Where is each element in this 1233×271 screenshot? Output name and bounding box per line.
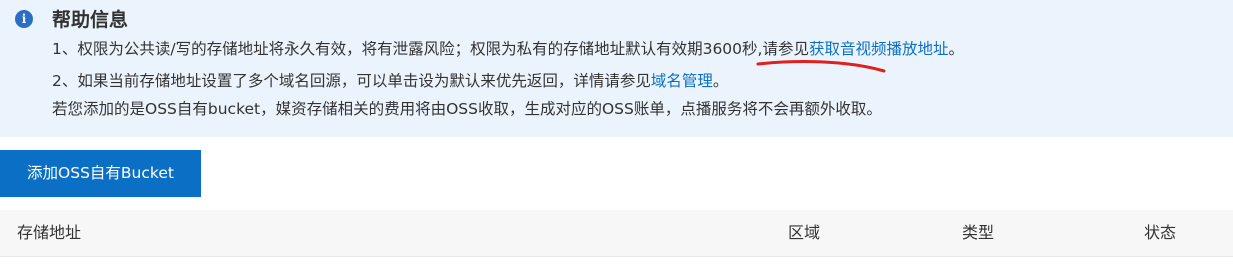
help-title: 帮助信息 <box>52 9 129 31</box>
help-line-2-end: 。 <box>712 72 729 90</box>
help-line-1-text: 1、权限为公共读/写的存储地址将永久有效，将有泄露风险；权限为私有的存储地址默认… <box>52 40 809 58</box>
help-line-2: 2、如果当前存储地址设置了多个域名回源，可以单击设为默认来优先返回，详情请参见域… <box>52 70 728 92</box>
column-header-region: 区域 <box>788 223 821 242</box>
table-header: 存储地址 区域 类型 状态 <box>0 210 1233 257</box>
column-header-type: 类型 <box>962 223 995 242</box>
help-line-2-text: 2、如果当前存储地址设置了多个域名回源，可以单击设为默认来优先返回，详情请参见 <box>52 72 651 90</box>
help-line-3: 若您添加的是OSS自有bucket，媒资存储相关的费用将由OSS收取，生成对应的… <box>52 100 882 118</box>
help-line-1: 1、权限为公共读/写的存储地址将永久有效，将有泄露风险；权限为私有的存储地址默认… <box>52 38 964 60</box>
info-icon: i <box>15 10 33 28</box>
domain-management-link[interactable]: 域名管理 <box>651 72 713 90</box>
column-header-storage-address: 存储地址 <box>17 223 82 242</box>
column-header-status: 状态 <box>1144 223 1177 242</box>
help-line-1-end: 。 <box>948 40 964 58</box>
help-info-panel: i 帮助信息 1、权限为公共读/写的存储地址将永久有效，将有泄露风险；权限为私有… <box>0 0 1233 137</box>
add-oss-bucket-button[interactable]: 添加OSS自有Bucket <box>0 150 201 197</box>
get-playback-url-link[interactable]: 获取音视频播放地址 <box>809 40 949 58</box>
